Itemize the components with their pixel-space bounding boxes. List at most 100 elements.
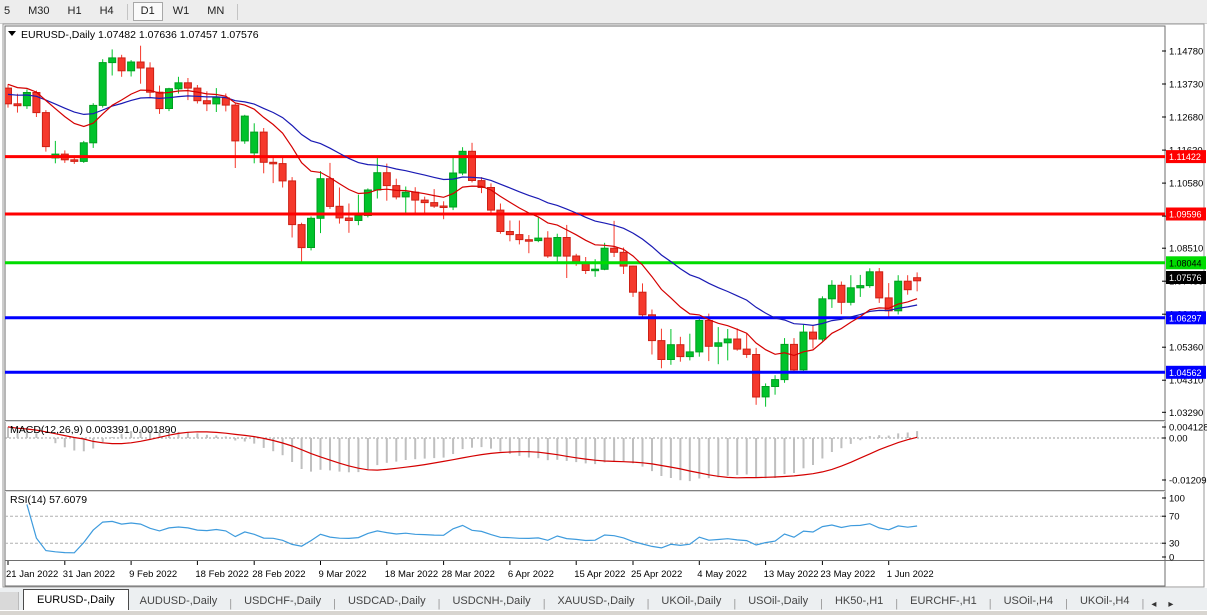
candle — [838, 285, 845, 302]
macd-histogram-bar — [64, 438, 66, 447]
candle — [402, 192, 409, 197]
price-axis-label: 1.08510 — [1169, 244, 1203, 255]
candle — [696, 321, 703, 352]
tab-ukoil-daily[interactable]: UKOil-,Daily — [650, 592, 732, 610]
tab-usdcnh-daily[interactable]: USDCNH-,Daily — [441, 592, 541, 610]
macd-histogram-bar — [774, 438, 776, 478]
date-axis-label: 25 Apr 2022 — [631, 569, 682, 580]
candle — [847, 288, 854, 303]
macd-histogram-bar — [339, 438, 341, 472]
macd-histogram-bar — [632, 438, 634, 463]
tab-eurchf-h1[interactable]: EURCHF-,H1 — [899, 592, 988, 610]
macd-histogram-bar — [717, 438, 719, 477]
candle — [516, 235, 523, 240]
mt4-window: 5M30H1H4D1W1MN 1.147801.137301.126801.11… — [0, 0, 1207, 615]
tab-xauusd-daily[interactable]: XAUUSD-,Daily — [547, 592, 646, 610]
tab-scroll-right-button[interactable]: ▸ — [1162, 599, 1179, 610]
macd-histogram-bar — [376, 438, 378, 465]
candle — [715, 343, 722, 347]
level-price-tag: 1.04562 — [1169, 368, 1202, 378]
tab-hk50-h1[interactable]: HK50-,H1 — [824, 592, 894, 610]
candle — [364, 190, 371, 216]
candle — [71, 160, 78, 162]
tab-usdchf-daily[interactable]: USDCHF-,Daily — [233, 592, 332, 610]
rsi-axis-label: 100 — [1169, 494, 1185, 505]
macd-histogram-bar — [499, 438, 501, 451]
tab-scroll-corner[interactable] — [0, 592, 19, 610]
macd-histogram-bar — [481, 438, 483, 447]
candle — [724, 339, 731, 343]
tab-audusd-daily[interactable]: AUDUSD-,Daily — [129, 592, 229, 610]
macd-histogram-bar — [320, 438, 322, 470]
macd-histogram-bar — [45, 438, 47, 439]
macd-histogram-bar — [348, 438, 350, 472]
candle — [232, 105, 239, 141]
tab-scroll-left-button[interactable]: ◂ — [1145, 599, 1162, 610]
macd-histogram-bar — [225, 437, 227, 439]
macd-histogram-bar — [102, 438, 104, 442]
macd-histogram-bar — [518, 438, 520, 456]
chart-area[interactable]: 1.147801.137301.126801.116301.105801.095… — [0, 0, 1207, 588]
tab-usdcad-daily[interactable]: USDCAD-,Daily — [337, 592, 437, 610]
date-axis-label: 23 May 2022 — [820, 569, 875, 580]
macd-histogram-bar — [462, 438, 464, 449]
candle — [393, 186, 400, 197]
tab-ukoil-h4[interactable]: UKOil-,H4 — [1069, 592, 1141, 610]
candle — [308, 218, 315, 247]
macd-histogram-bar — [111, 437, 113, 438]
macd-histogram-bar — [244, 438, 246, 442]
level-price-tag: 1.08044 — [1169, 258, 1202, 268]
candle — [184, 83, 191, 88]
macd-histogram-bar — [679, 438, 681, 480]
candle — [535, 238, 542, 241]
macd-histogram-bar — [859, 438, 861, 440]
macd-histogram-bar — [850, 438, 852, 444]
date-axis-label: 9 Mar 2022 — [319, 569, 367, 580]
macd-histogram-bar — [405, 438, 407, 460]
candle — [791, 344, 798, 370]
macd-histogram-bar — [566, 438, 568, 461]
candle — [383, 173, 390, 186]
macd-histogram-bar — [395, 438, 397, 462]
macd-histogram-bar — [73, 438, 75, 451]
macd-histogram-bar — [708, 438, 710, 478]
macd-histogram-bar — [206, 435, 208, 438]
macd-histogram-bar — [670, 438, 672, 478]
tab-usoil-daily[interactable]: USOil-,Daily — [737, 592, 819, 610]
tab-usoil-h4[interactable]: USOil-,H4 — [993, 592, 1065, 610]
macd-histogram-bar — [604, 438, 606, 462]
candle — [753, 355, 760, 398]
candle — [327, 179, 334, 207]
macd-histogram-bar — [812, 438, 814, 465]
candle — [42, 113, 49, 147]
macd-histogram-bar — [471, 438, 473, 448]
candle — [630, 266, 637, 292]
macd-histogram-bar — [414, 438, 416, 459]
candle — [611, 248, 618, 252]
macd-histogram-bar — [310, 438, 312, 472]
macd-histogram-bar — [765, 438, 767, 478]
macd-histogram-bar — [433, 438, 435, 458]
macd-histogram-bar — [83, 438, 85, 451]
macd-histogram-bar — [301, 438, 303, 469]
candle — [241, 116, 248, 141]
chart-tab-bar: EURUSD-,DailyAUDUSD-,Daily|USDCHF-,Daily… — [0, 588, 1207, 610]
macd-histogram-bar — [234, 438, 236, 441]
candle — [80, 143, 87, 162]
current-price-tag: 1.07576 — [1169, 273, 1202, 283]
candle — [914, 278, 921, 281]
macd-histogram-bar — [386, 438, 388, 463]
date-axis-label: 18 Mar 2022 — [385, 569, 438, 580]
price-axis-label: 1.10580 — [1169, 179, 1203, 190]
candle — [810, 332, 817, 339]
macd-histogram-bar — [357, 438, 359, 472]
tab-eurusd-daily[interactable]: EURUSD-,Daily — [23, 589, 129, 610]
date-axis-label: 31 Jan 2022 — [63, 569, 115, 580]
candle — [175, 83, 182, 89]
candle — [734, 339, 741, 349]
price-axis-label: 1.12680 — [1169, 113, 1203, 124]
date-axis-label: 18 Feb 2022 — [195, 569, 248, 580]
date-axis-label: 4 May 2022 — [697, 569, 747, 580]
rsi-axis-label: 70 — [1169, 512, 1180, 523]
chart-plot-frame — [5, 26, 1165, 586]
